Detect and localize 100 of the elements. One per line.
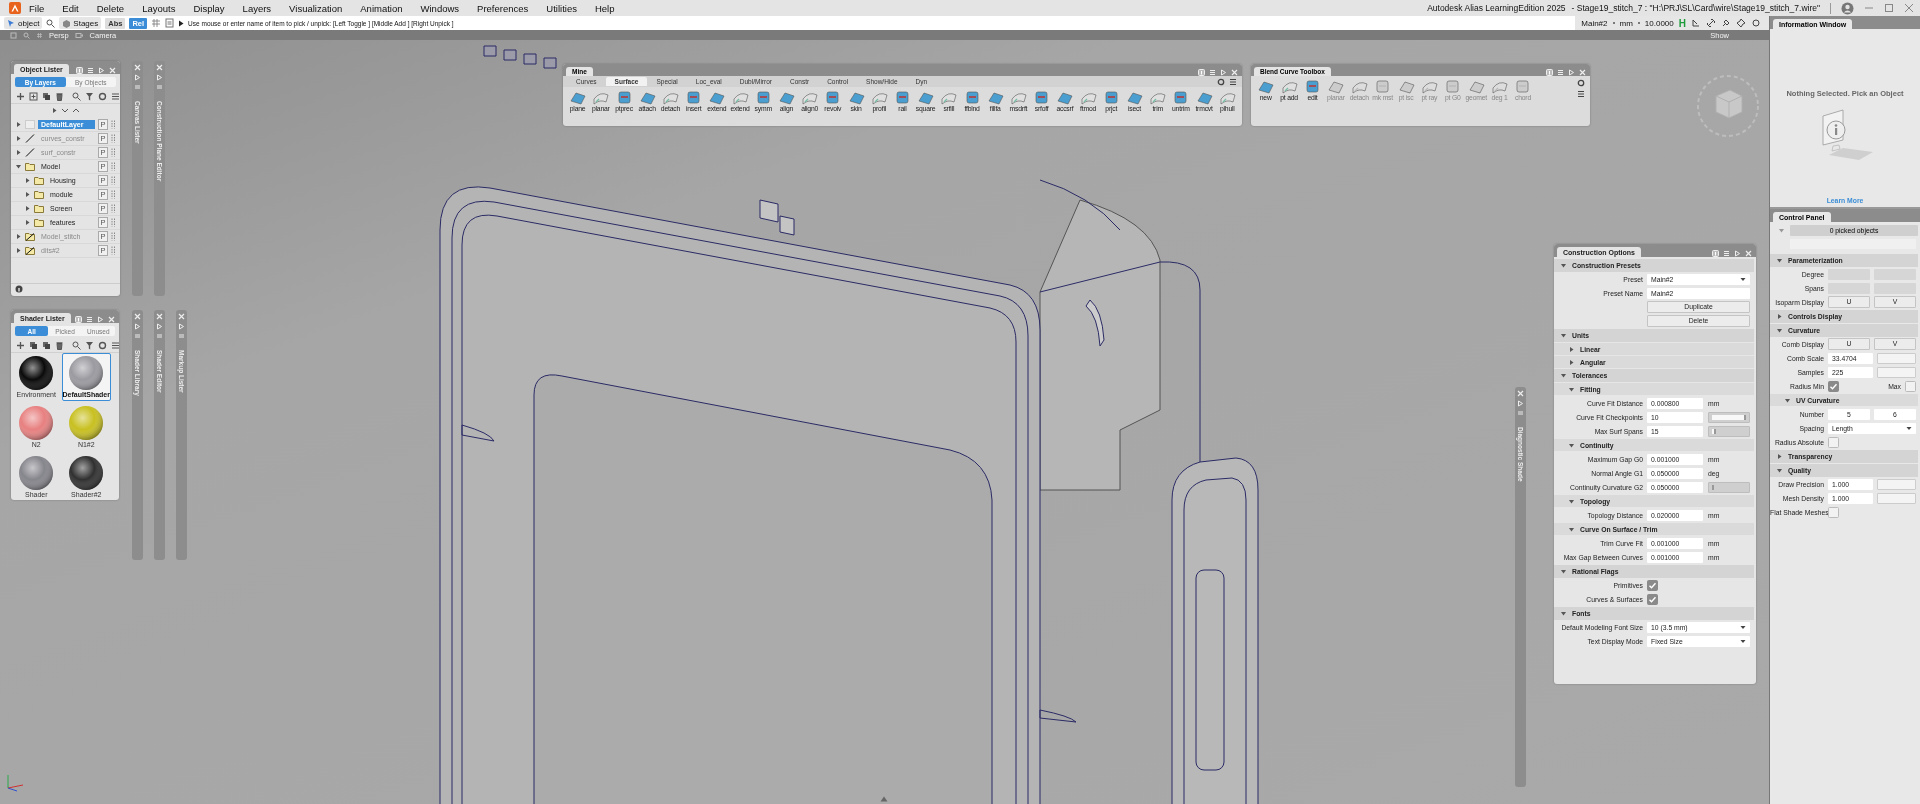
menu-icon[interactable]	[1229, 77, 1237, 86]
collapse-triangle-icon[interactable]	[1568, 441, 1575, 449]
collapse-triangle-icon[interactable]	[1568, 385, 1575, 393]
dock-icon[interactable]	[1568, 69, 1575, 76]
settings-icon[interactable]	[1577, 79, 1585, 87]
collapse-triangle-icon[interactable]	[1560, 262, 1567, 269]
dock-icon[interactable]	[1734, 250, 1741, 257]
close-icon[interactable]	[1904, 3, 1914, 13]
settings-icon[interactable]	[98, 341, 107, 350]
collapse-triangle-icon[interactable]	[1776, 327, 1783, 334]
expand-triangle-icon[interactable]	[1568, 358, 1575, 366]
menu-item[interactable]: Utilities	[546, 2, 577, 14]
list-icon[interactable]	[1723, 250, 1730, 257]
menu-item[interactable]: Display	[193, 2, 225, 14]
menu-item[interactable]: Animation	[360, 2, 403, 14]
chevron-up-icon[interactable]	[72, 107, 80, 114]
expand-triangle-icon[interactable]	[1776, 313, 1783, 320]
grip-icon[interactable]	[156, 333, 163, 339]
plus-icon[interactable]	[16, 341, 25, 350]
expand-triangle-icon[interactable]	[15, 135, 22, 142]
dock-icon[interactable]	[134, 323, 141, 330]
collapse-triangle-icon[interactable]	[1776, 467, 1783, 474]
circle-icon[interactable]	[1751, 18, 1761, 28]
menu-icon[interactable]	[111, 341, 119, 350]
empty-field[interactable]	[1877, 492, 1916, 504]
grip-icon[interactable]	[1517, 410, 1524, 416]
copy-icon[interactable]	[42, 341, 51, 350]
expand-triangle-icon[interactable]	[51, 107, 58, 114]
expand-triangle-icon[interactable]	[24, 191, 31, 198]
checkbox[interactable]	[1828, 436, 1839, 448]
grid-icon[interactable]	[151, 18, 162, 28]
delete-icon[interactable]	[55, 92, 64, 101]
settings-icon[interactable]	[98, 92, 107, 101]
checkbox[interactable]	[1905, 380, 1916, 392]
menu-item[interactable]: Help	[594, 2, 615, 14]
menu-item[interactable]: Layers	[242, 2, 272, 14]
copy-icon[interactable]	[29, 341, 38, 350]
expand-triangle-icon[interactable]	[24, 205, 31, 212]
dock-icon[interactable]	[98, 67, 105, 74]
expand-triangle-icon[interactable]	[15, 233, 22, 240]
menu-item[interactable]: Preferences	[477, 2, 529, 14]
empty-field[interactable]	[1877, 352, 1916, 364]
search-icon[interactable]	[72, 92, 81, 101]
maximize-view-icon[interactable]	[10, 31, 17, 39]
expand-triangle-icon[interactable]	[15, 247, 22, 254]
grip-icon[interactable]	[134, 333, 141, 339]
menu-item[interactable]: Visualization	[289, 2, 343, 14]
empty-field[interactable]	[1877, 478, 1916, 490]
grip-icon[interactable]	[156, 84, 163, 90]
slider-track[interactable]	[1708, 425, 1750, 437]
dock-icon[interactable]	[97, 316, 104, 323]
dock-icon[interactable]	[178, 323, 185, 330]
copy-icon[interactable]	[42, 92, 51, 101]
empty-field[interactable]	[1877, 366, 1916, 378]
filter-icon[interactable]	[85, 92, 94, 101]
slider-track[interactable]	[1708, 481, 1750, 493]
filter-icon[interactable]	[85, 341, 94, 350]
collapse-triangle-icon[interactable]	[1568, 525, 1575, 533]
expand-triangle-icon[interactable]	[1776, 453, 1783, 460]
chevron-down-icon[interactable]	[61, 107, 69, 114]
expand-triangle-icon[interactable]	[24, 177, 31, 184]
expand-triangle-icon[interactable]	[1568, 345, 1575, 353]
list-icon[interactable]	[87, 67, 94, 74]
grip-icon[interactable]	[178, 333, 185, 339]
collapse-triangle-icon[interactable]	[1560, 568, 1567, 575]
list-icon[interactable]	[86, 316, 93, 323]
play-triangle-icon[interactable]	[178, 19, 185, 27]
collapse-triangle-icon[interactable]	[1784, 396, 1791, 404]
expand-triangle-icon[interactable]	[15, 149, 22, 156]
menu-item[interactable]: File	[29, 2, 45, 14]
maximize-icon[interactable]	[1884, 3, 1894, 13]
dock-icon[interactable]	[1517, 400, 1524, 407]
list-icon[interactable]	[1557, 69, 1564, 76]
menu-item[interactable]: Layouts	[142, 2, 176, 14]
expand-triangle-icon[interactable]	[24, 219, 31, 226]
grip-icon[interactable]	[134, 84, 141, 90]
slider-track[interactable]	[1708, 411, 1750, 423]
camera-icon[interactable]	[74, 31, 84, 39]
dock-icon[interactable]	[134, 74, 141, 81]
user-account-icon[interactable]	[1841, 1, 1854, 15]
grid-icon[interactable]	[36, 31, 43, 39]
expand-triangle-icon[interactable]	[15, 121, 22, 128]
checkbox[interactable]	[1647, 593, 1658, 605]
collapse-triangle-icon[interactable]	[1560, 332, 1567, 339]
settings-icon[interactable]	[1217, 77, 1225, 86]
collapse-triangle-icon[interactable]	[1560, 372, 1567, 379]
dock-icon[interactable]	[156, 74, 163, 81]
collapse-triangle-icon[interactable]	[1568, 497, 1575, 505]
dock-icon[interactable]	[156, 323, 163, 330]
delete-icon[interactable]	[55, 341, 64, 350]
expand-up-triangle-icon[interactable]	[880, 796, 888, 802]
plus-icon[interactable]	[16, 92, 25, 101]
stages-button[interactable]: Stages	[59, 17, 102, 29]
pick-mode-button[interactable]: object	[4, 17, 43, 29]
dock-icon[interactable]	[1220, 69, 1227, 76]
menu-item[interactable]: Windows	[420, 2, 460, 14]
list-icon[interactable]	[1209, 69, 1216, 76]
search-icon[interactable]	[46, 18, 56, 28]
collapse-triangle-icon[interactable]	[1560, 610, 1567, 617]
collapse-triangle-icon[interactable]	[1776, 257, 1783, 264]
